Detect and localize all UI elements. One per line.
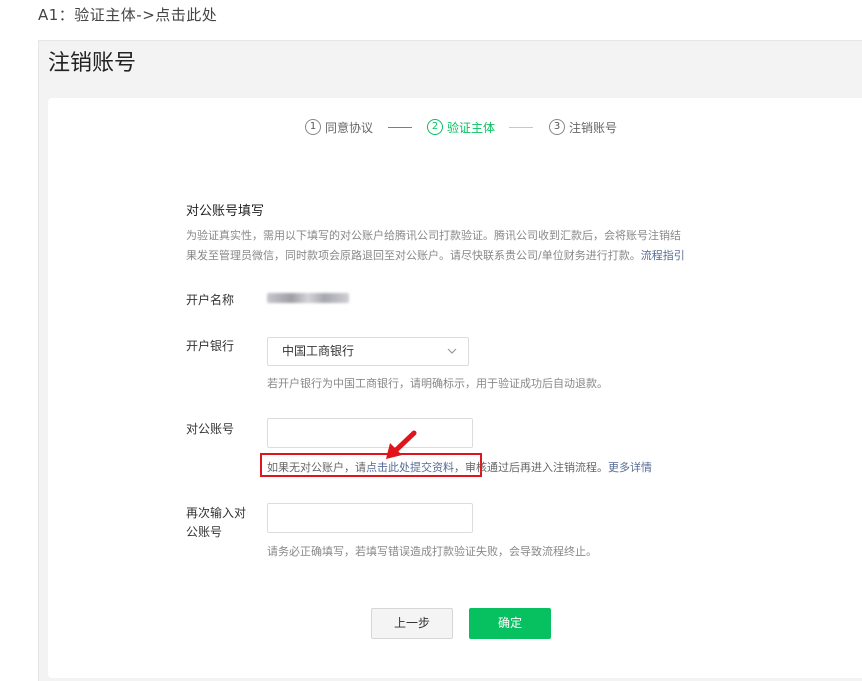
bank-hint: 若开户银行为中国工商银行，请明确标示，用于验证成功后自动退款。 <box>267 377 608 390</box>
previous-step-button[interactable]: 上一步 <box>371 608 453 639</box>
process-guide-link[interactable]: 流程指引 <box>641 249 685 262</box>
reenter-hint: 请务必正确填写，若填写错误造成打款验证失败，会导致流程终止。 <box>267 545 597 558</box>
bank-select-value: 中国工商银行 <box>282 344 355 358</box>
description-line-1: 为验证真实性，需用以下填写的对公账户给腾讯公司打款验证。腾讯公司收到汇款后，会将… <box>186 229 681 242</box>
account-name-value <box>267 293 349 303</box>
step-connector <box>388 127 412 128</box>
submit-materials-link[interactable]: 点击此处提交资料 <box>366 461 454 474</box>
no-account-suffix: ，审核通过后再进入注销流程。 <box>454 461 608 474</box>
account-number-input[interactable] <box>267 418 473 448</box>
step-verify: 2 验证主体 <box>427 118 495 136</box>
bank-select[interactable]: 中国工商银行 <box>267 337 469 366</box>
account-name-label: 开户名称 <box>186 293 235 307</box>
bank-label: 开户银行 <box>186 339 235 353</box>
reenter-account-input[interactable] <box>267 503 473 533</box>
step-number: 2 <box>427 119 443 135</box>
step-number: 3 <box>549 119 565 135</box>
account-number-label: 对公账号 <box>186 422 235 436</box>
section-title: 对公账号填写 <box>186 204 265 219</box>
red-arrow-icon <box>386 430 417 459</box>
confirm-button[interactable]: 确定 <box>469 608 551 639</box>
tutorial-caption: A1：验证主体->点击此处 <box>38 6 218 24</box>
reenter-label-line-1: 再次输入对 <box>186 506 247 520</box>
page-title: 注销账号 <box>48 51 137 76</box>
reenter-account-label: 再次输入对 公账号 <box>186 504 246 542</box>
step-label: 验证主体 <box>447 120 496 135</box>
step-agree: 1 同意协议 <box>305 118 373 136</box>
step-connector <box>509 127 533 128</box>
step-label: 同意协议 <box>325 120 374 135</box>
description-text: 果发至管理员微信，同时款项会原路退回至对公账户。请尽快联系贵公司/单位财务进行打… <box>186 249 641 262</box>
section-description: 为验证真实性，需用以下填写的对公账户给腾讯公司打款验证。腾讯公司收到汇款后，会将… <box>186 226 746 266</box>
no-account-hint: 如果无对公账户，请点击此处提交资料，审核通过后再进入注销流程。更多详情 <box>267 459 652 475</box>
more-details-link[interactable]: 更多详情 <box>608 461 652 474</box>
step-number: 1 <box>305 119 321 135</box>
reenter-label-line-2: 公账号 <box>186 525 223 539</box>
step-label: 注销账号 <box>569 120 618 135</box>
chevron-down-icon <box>446 338 458 375</box>
no-account-prefix: 如果无对公账户，请 <box>267 461 366 474</box>
step-cancel-account: 3 注销账号 <box>549 118 617 136</box>
description-line-2: 果发至管理员微信，同时款项会原路退回至对公账户。请尽快联系贵公司/单位财务进行打… <box>186 246 746 266</box>
